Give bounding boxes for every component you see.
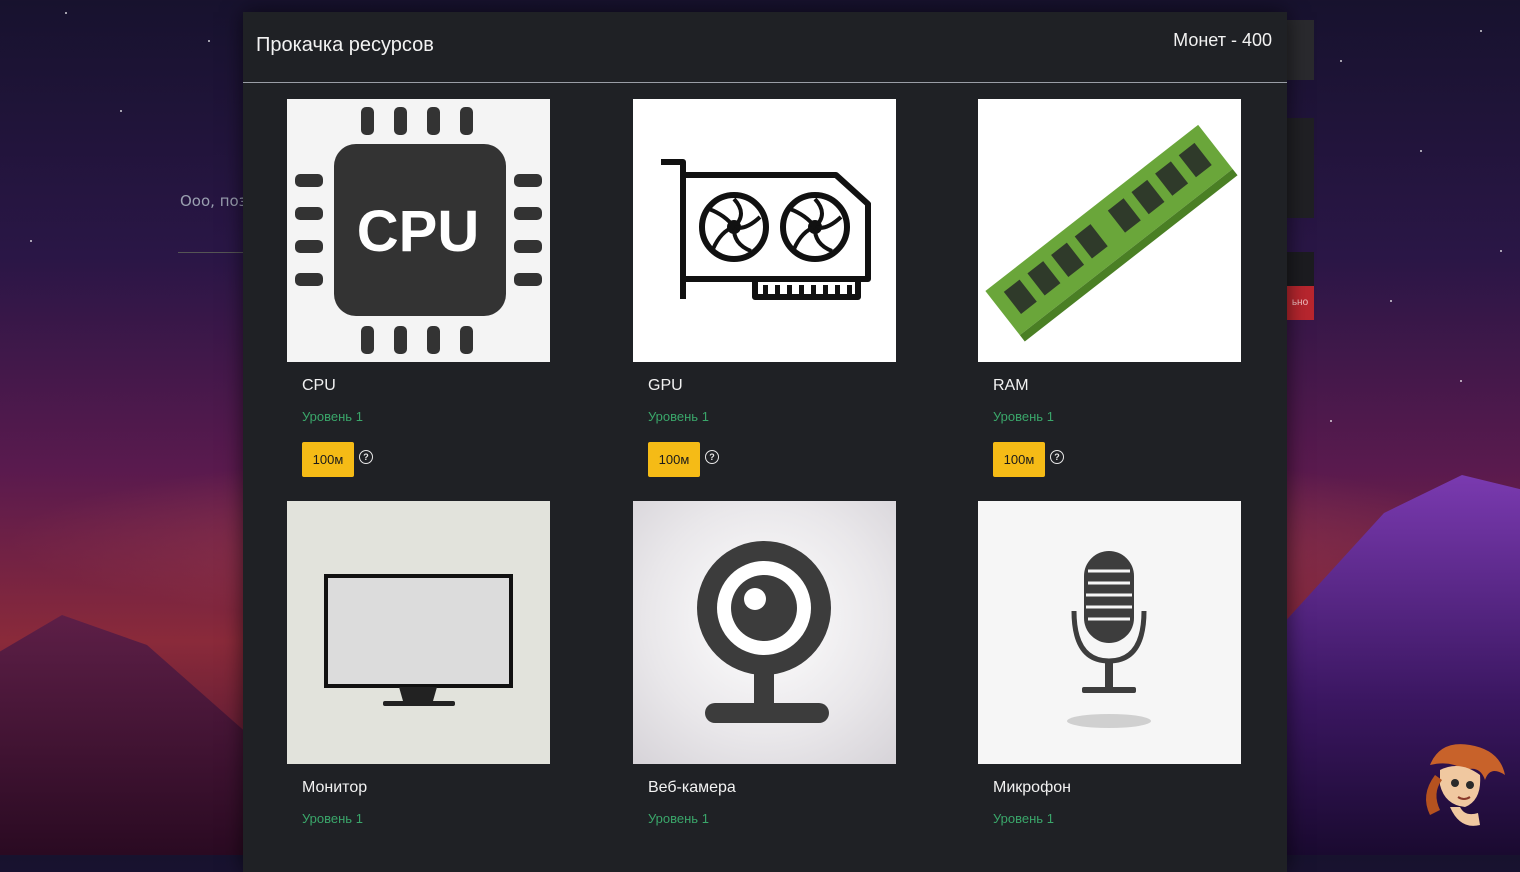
resource-name: RAM: [993, 377, 1029, 394]
help-icon[interactable]: ?: [1050, 450, 1064, 464]
modal-title: Прокачка ресурсов: [256, 34, 434, 56]
mascot-character-icon: [1410, 735, 1510, 835]
resource-image-ram: [978, 99, 1241, 362]
resource-image-monitor: [287, 501, 550, 764]
resource-card-monitor: Монитор Уровень 1: [287, 501, 551, 826]
resource-level: Уровень 1: [302, 811, 363, 826]
background-button[interactable]: ьно: [1286, 286, 1314, 320]
background-panel: [1286, 118, 1314, 218]
microphone-icon: [1067, 551, 1151, 728]
resource-level: Уровень 1: [993, 409, 1054, 424]
graphics-card-icon: [661, 159, 871, 300]
background-divider: [178, 252, 244, 253]
resource-image-webcam: [633, 501, 896, 764]
resource-card-cpu: CPU CPU Уровень 1 100м ?: [287, 99, 551, 477]
resource-card-webcam: Веб-камера Уровень 1: [633, 501, 897, 826]
upgrade-cpu-button[interactable]: 100м: [302, 442, 354, 477]
resource-name: GPU: [648, 377, 683, 394]
resource-image-cpu: CPU: [287, 99, 550, 362]
background-panel: [1286, 252, 1314, 286]
webcam-icon: [697, 541, 831, 723]
resource-name: Веб-камера: [648, 779, 736, 796]
help-icon[interactable]: ?: [359, 450, 373, 464]
resource-name: Монитор: [302, 779, 368, 796]
monitor-icon: [324, 574, 513, 706]
help-icon[interactable]: ?: [705, 450, 719, 464]
resource-level: Уровень 1: [993, 811, 1054, 826]
resource-level: Уровень 1: [648, 811, 709, 826]
resource-card-microphone: Микрофон Уровень 1: [978, 501, 1242, 826]
coin-balance: Монет - 400: [1173, 30, 1272, 50]
upgrade-resources-modal: Прокачка ресурсов Монет - 400 CPU CPU Ур…: [243, 12, 1287, 872]
background-panel: [1286, 20, 1314, 80]
upgrade-gpu-button[interactable]: 100м: [648, 442, 700, 477]
resource-image-microphone: [978, 501, 1241, 764]
modal-header: Прокачка ресурсов Монет - 400: [243, 12, 1287, 83]
ram-module-icon: [985, 124, 1238, 342]
resource-name: CPU: [302, 377, 336, 394]
resource-card-gpu: GPU Уровень 1 100м ?: [633, 99, 897, 477]
cpu-chip-label: CPU: [357, 199, 479, 264]
upgrade-ram-button[interactable]: 100м: [993, 442, 1045, 477]
resource-image-gpu: [633, 99, 896, 362]
resource-level: Уровень 1: [648, 409, 709, 424]
cpu-chip-icon: CPU: [295, 107, 542, 354]
resource-level: Уровень 1: [302, 409, 363, 424]
resource-card-ram: RAM Уровень 1 100м ?: [978, 99, 1242, 477]
resource-name: Микрофон: [993, 779, 1071, 796]
